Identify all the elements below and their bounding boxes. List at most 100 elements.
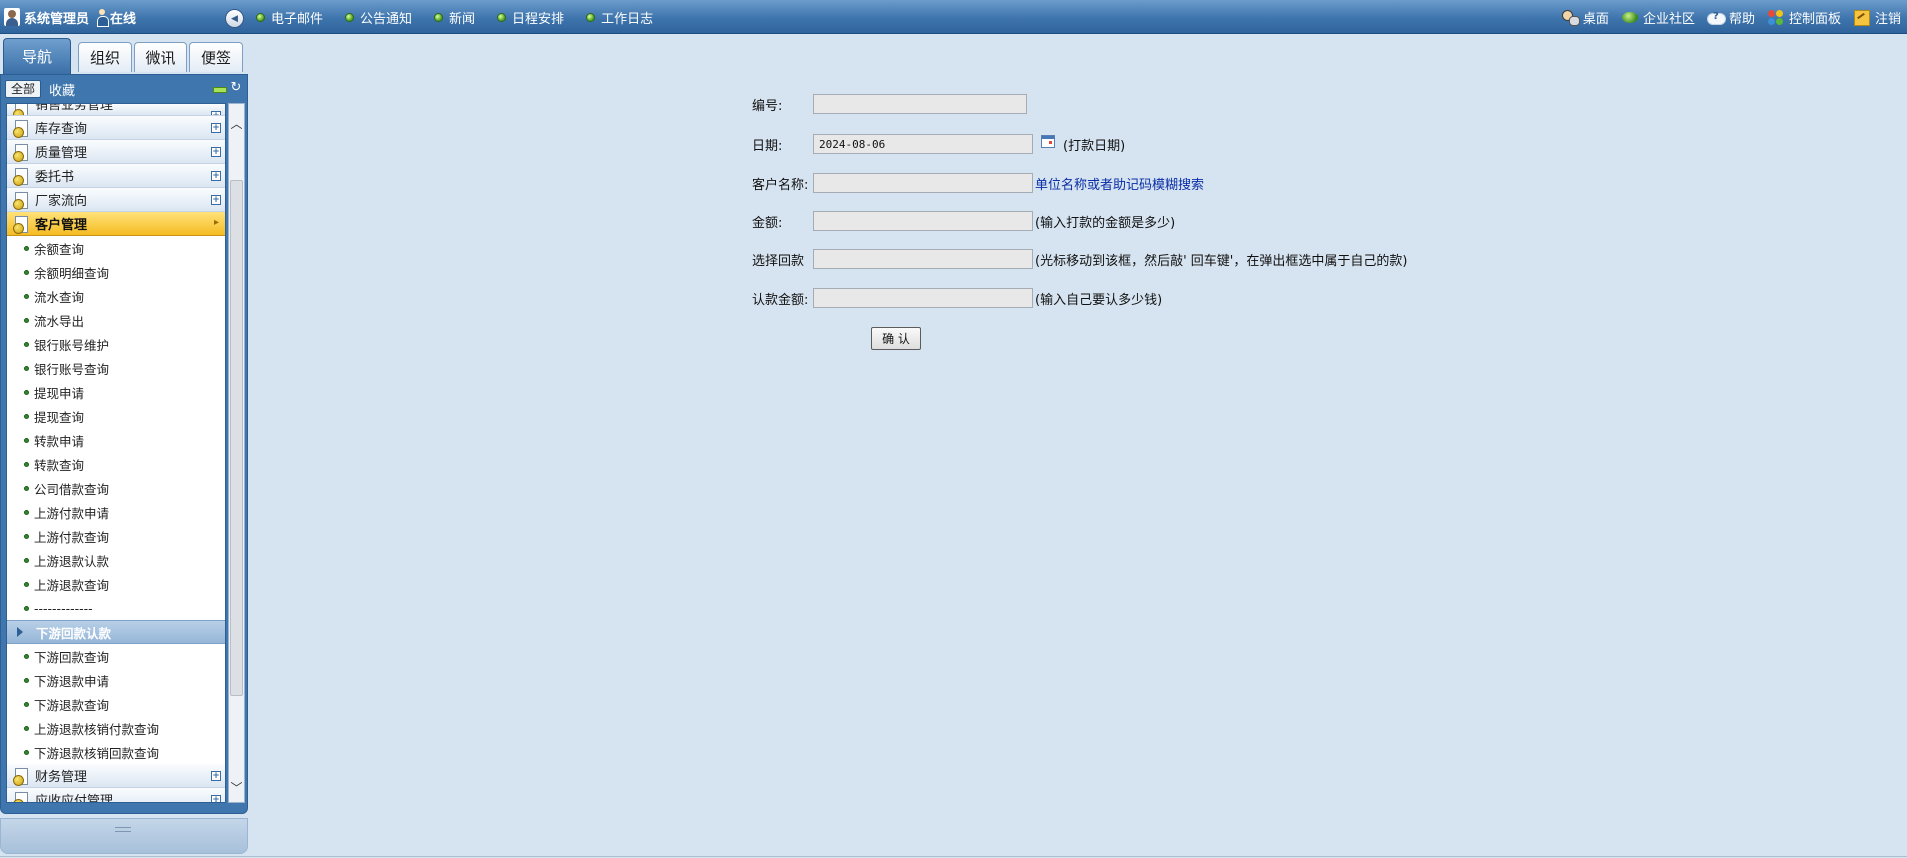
online-status-icon xyxy=(97,9,110,27)
list-item[interactable]: 上游退款核销付款查询 xyxy=(7,716,225,740)
claim-amount-input[interactable] xyxy=(813,288,1033,308)
control-panel-label: 控制面板 xyxy=(1788,11,1841,27)
expand-icon[interactable]: + xyxy=(211,147,221,157)
list-item[interactable]: 余额明细查询 xyxy=(7,260,225,284)
scroll-down-icon[interactable]: ﹀ xyxy=(229,778,244,798)
tab-notes[interactable]: 便签 xyxy=(189,42,243,72)
amount-input[interactable] xyxy=(813,211,1033,231)
bullet-icon xyxy=(24,749,29,755)
subgroup-downstream-claims[interactable]: 下游回款认款 xyxy=(7,620,225,644)
filter-favorites-link[interactable]: 收藏 xyxy=(49,80,75,99)
nav-email[interactable]: 电子邮件 xyxy=(256,8,323,27)
list-item[interactable]: 上游退款认款 xyxy=(7,548,225,572)
group-manufacturer-flow[interactable]: 厂家流向 + xyxy=(7,188,225,212)
nav-schedule[interactable]: 日程安排 xyxy=(497,8,564,27)
desktop-link[interactable]: 桌面 xyxy=(1561,8,1609,27)
tab-navigation[interactable]: 导航 xyxy=(3,38,71,74)
select-payment-label: 选择回款 xyxy=(752,253,805,269)
group-label: 库存查询 xyxy=(35,122,88,137)
expand-icon[interactable]: + xyxy=(211,795,221,802)
nav-news[interactable]: 新闻 xyxy=(434,8,475,27)
list-item[interactable]: 流水导出 xyxy=(7,308,225,332)
item-label: 上游退款认款 xyxy=(34,553,110,569)
customer-search-link[interactable]: 单位名称或者助记码模糊搜索 xyxy=(1035,174,1204,193)
nav-announcements[interactable]: 公告通知 xyxy=(345,8,412,27)
help-link[interactable]: 帮助 xyxy=(1706,8,1755,27)
date-row: 日期: (打款日期) xyxy=(752,133,1125,155)
group-inventory[interactable]: 库存查询 + xyxy=(7,116,225,140)
tab-organization[interactable]: 组织 xyxy=(78,42,132,72)
folder-icon xyxy=(13,767,29,786)
nav-tree: 销售业务管理 + 库存查询 + 质量管理 + 委托书 + 厂家流向 + 客户管理… xyxy=(6,103,226,803)
nav-label: 工作日志 xyxy=(601,11,654,27)
group-label: 应收应付管理 xyxy=(35,794,114,803)
list-item[interactable]: 流水查询 xyxy=(7,284,225,308)
tab-messages[interactable]: 微讯 xyxy=(134,42,187,72)
list-item[interactable]: 上游付款申请 xyxy=(7,500,225,524)
bullet-icon xyxy=(24,341,29,347)
nav-label: 新闻 xyxy=(449,11,476,27)
expand-icon[interactable]: + xyxy=(211,171,221,181)
sidebar-resize-grip[interactable] xyxy=(0,818,248,854)
scroll-up-icon[interactable]: ︿ xyxy=(229,114,244,134)
online-status[interactable]: 在线 xyxy=(110,8,136,27)
list-item[interactable]: 下游回款查询 xyxy=(7,644,225,668)
bullet-icon xyxy=(24,461,29,467)
scroll-thumb[interactable] xyxy=(230,180,243,696)
collapse-sidebar-button[interactable]: ◀ xyxy=(225,9,244,28)
list-item[interactable]: 余额查询 xyxy=(7,236,225,260)
desktop-icon xyxy=(1561,9,1580,26)
group-receivables-payables[interactable]: 应收应付管理 + xyxy=(7,788,225,803)
filter-all-button[interactable]: 全部 xyxy=(5,80,42,98)
control-panel-link[interactable]: 控制面板 xyxy=(1767,8,1841,27)
date-input[interactable] xyxy=(813,134,1033,154)
list-item[interactable]: 转款查询 xyxy=(7,452,225,476)
group-customer-management[interactable]: 客户管理 ▸ xyxy=(7,212,225,236)
expand-icon[interactable]: + xyxy=(211,123,221,133)
list-item[interactable]: ------------- xyxy=(7,596,225,620)
item-label: 提现查询 xyxy=(34,409,85,425)
collapse-all-icon[interactable] xyxy=(213,84,227,94)
logout-link[interactable]: 注销 xyxy=(1853,8,1901,27)
expand-icon[interactable]: + xyxy=(211,195,221,205)
number-input[interactable] xyxy=(813,94,1027,114)
bullet-icon xyxy=(24,389,29,395)
list-item[interactable]: 下游退款查询 xyxy=(7,692,225,716)
list-item[interactable]: 提现申请 xyxy=(7,380,225,404)
nav-scrollbar[interactable]: ︿ ﹀ xyxy=(228,103,245,803)
list-item[interactable]: 下游退款核销回款查询 xyxy=(7,740,225,764)
folder-icon xyxy=(13,215,29,234)
refresh-icon[interactable]: ↻ xyxy=(229,81,243,95)
claim-amount-label: 认款金额: xyxy=(752,292,809,308)
list-item[interactable]: 公司借款查询 xyxy=(7,476,225,500)
group-commission[interactable]: 委托书 + xyxy=(7,164,225,188)
expand-icon[interactable]: + xyxy=(211,771,221,781)
group-sales[interactable]: 销售业务管理 + xyxy=(7,104,225,116)
list-item[interactable]: 下游退款申请 xyxy=(7,668,225,692)
item-label: 提现申请 xyxy=(34,385,85,401)
list-item[interactable]: 上游退款查询 xyxy=(7,572,225,596)
item-label: 银行账号查询 xyxy=(34,361,110,377)
list-item[interactable]: 银行账号查询 xyxy=(7,356,225,380)
bullet-icon xyxy=(24,245,29,251)
claim-amount-row: 认款金额: (输入自己要认多少钱) xyxy=(752,287,1162,309)
user-avatar-icon xyxy=(4,8,20,26)
list-item[interactable]: 上游付款查询 xyxy=(7,524,225,548)
customer-input[interactable] xyxy=(813,173,1033,193)
list-item[interactable]: 转款申请 xyxy=(7,428,225,452)
group-label: 质量管理 xyxy=(35,146,88,161)
community-link[interactable]: 企业社区 xyxy=(1621,8,1695,27)
group-finance[interactable]: 财务管理 + xyxy=(7,764,225,788)
nav-work-log[interactable]: 工作日志 xyxy=(586,8,653,27)
select-payment-input[interactable] xyxy=(813,249,1033,269)
group-quality[interactable]: 质量管理 + xyxy=(7,140,225,164)
confirm-button[interactable]: 确 认 xyxy=(871,327,921,350)
item-label: 余额明细查询 xyxy=(34,265,110,281)
amount-hint: (输入打款的金额是多少) xyxy=(1035,215,1176,231)
bullet-icon xyxy=(24,293,29,299)
community-icon xyxy=(1621,9,1639,25)
calendar-icon[interactable] xyxy=(1041,134,1055,148)
bullet-icon xyxy=(24,701,29,707)
list-item[interactable]: 银行账号维护 xyxy=(7,332,225,356)
list-item[interactable]: 提现查询 xyxy=(7,404,225,428)
